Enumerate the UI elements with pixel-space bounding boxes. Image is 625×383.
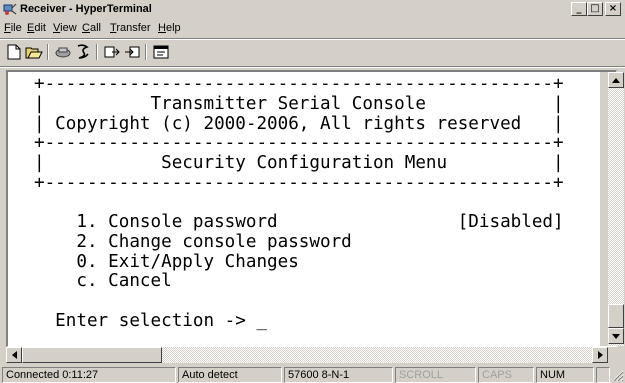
toolbar-divider [0, 66, 625, 68]
terminal-line: | Security Configuration Menu | [34, 153, 564, 173]
menu-help-label: elp [165, 22, 181, 34]
menu-transfer[interactable]: Transfer [110, 21, 151, 35]
open-icon [25, 47, 43, 59]
maximize-button[interactable]: □ [587, 2, 603, 16]
toolbar-separator [96, 44, 98, 60]
properties-button[interactable] [151, 43, 171, 61]
toolbar-separator [47, 44, 49, 60]
menu-help-mnemonic: H [158, 22, 166, 34]
toolbar-separator [145, 44, 147, 60]
scroll-right-button[interactable] [592, 347, 608, 363]
horizontal-scroll-thumb[interactable] [22, 347, 162, 363]
menu-transfer-label: ransfer [116, 22, 151, 34]
arrow-down-icon [612, 333, 620, 339]
menu-view[interactable]: View [53, 21, 77, 35]
menu-help[interactable]: Help [158, 21, 181, 35]
hyperterminal-app-icon[interactable] [3, 2, 17, 16]
call-button[interactable] [73, 43, 93, 61]
menu-call-label: all [89, 22, 101, 34]
open-button[interactable] [24, 43, 44, 61]
status-caps: CAPS [478, 367, 534, 383]
menu-view-label: iew [60, 22, 77, 34]
toolbar [0, 40, 625, 64]
menu-file-label: ile [10, 22, 22, 34]
send-icon [104, 46, 120, 58]
arrow-up-icon [612, 77, 620, 83]
title-bar[interactable]: Receiver - HyperTerminal _ □ × [0, 0, 625, 18]
scroll-up-button[interactable] [608, 72, 624, 88]
disconnect-icon [55, 47, 71, 58]
scroll-left-button[interactable] [6, 347, 22, 363]
menu-option-exit-apply: 0. Exit/Apply Changes [34, 252, 299, 272]
receive-icon [125, 46, 140, 58]
call-icon [77, 44, 89, 59]
close-button[interactable]: × [605, 2, 621, 16]
arrow-left-icon [11, 351, 17, 359]
status-connected: Connected 0:11:27 [2, 367, 176, 383]
resize-grip-icon[interactable] [610, 368, 624, 382]
properties-icon [153, 45, 169, 59]
status-num: NUM [536, 367, 594, 383]
menu-file[interactable]: File [4, 21, 22, 35]
menu-file-mnemonic: F [4, 22, 11, 34]
send-button[interactable] [102, 43, 122, 61]
disconnect-button[interactable] [53, 43, 73, 61]
menu-call-mnemonic: C [82, 22, 90, 34]
menu-option-change-password: 2. Change console password [34, 232, 352, 252]
status-extra-panel [596, 367, 610, 383]
menu-call[interactable]: Call [82, 21, 101, 35]
hyperterminal-window: Receiver - HyperTerminal _ □ × File Edit… [0, 0, 625, 383]
status-scroll: SCROLL [395, 367, 476, 383]
receive-button[interactable] [122, 43, 142, 61]
menu-edit-label: dit [34, 22, 46, 34]
new-icon [7, 44, 21, 60]
selection-prompt: Enter selection -> _ [34, 311, 268, 331]
status-bar: Connected 0:11:27 Auto detect 57600 8-N-… [0, 366, 625, 383]
scroll-down-button[interactable] [608, 328, 624, 344]
terminal-screen[interactable]: +---------------------------------------… [8, 72, 600, 346]
terminal-line: | Transmitter Serial Console | [34, 94, 564, 114]
arrow-right-icon [597, 351, 603, 359]
terminal-line: +---------------------------------------… [34, 173, 564, 193]
menu-option-cancel: c. Cancel [34, 271, 172, 291]
horizontal-scroll-track[interactable] [162, 347, 592, 363]
terminal-line: +---------------------------------------… [34, 74, 564, 94]
menu-edit[interactable]: Edit [27, 21, 46, 35]
new-button[interactable] [4, 43, 24, 61]
terminal-line: | Copyright (c) 2000-2006, All rights re… [34, 114, 564, 134]
status-settings: 57600 8-N-1 [284, 367, 393, 383]
terminal-line: +---------------------------------------… [34, 133, 564, 153]
window-title: Receiver - HyperTerminal [20, 3, 152, 15]
status-detect: Auto detect [178, 367, 282, 383]
vertical-scroll-thumb[interactable] [608, 304, 624, 328]
menu-option-console-password: 1. Console password [Disabled] [34, 212, 564, 232]
minimize-button[interactable]: _ [571, 2, 587, 16]
menu-bar: File Edit View Call Transfer Help [0, 19, 625, 37]
